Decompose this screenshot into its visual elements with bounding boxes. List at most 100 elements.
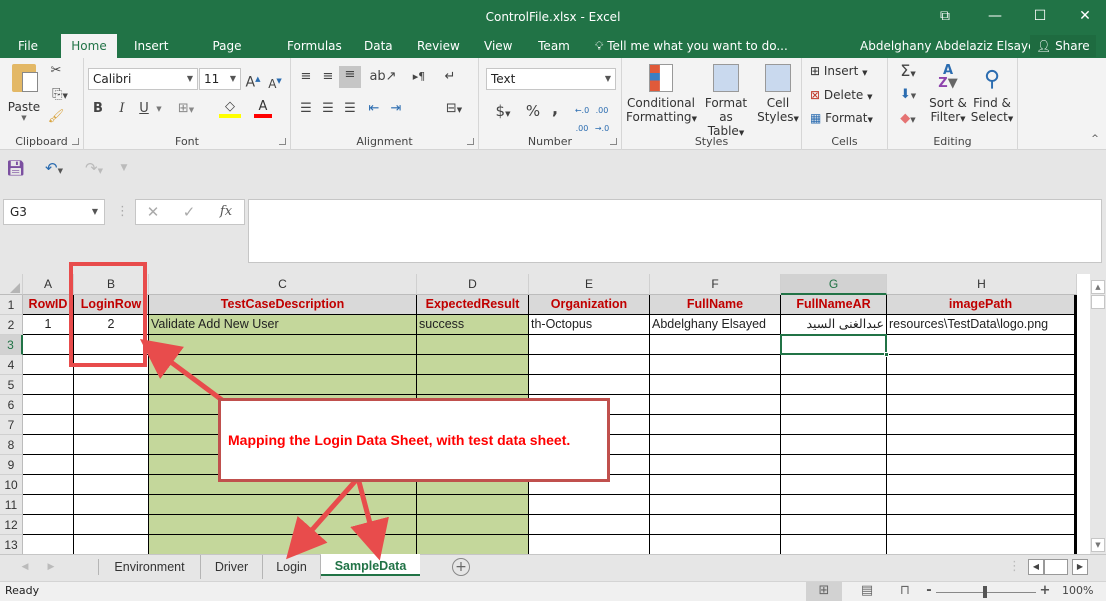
scroll-up-icon[interactable]: ▲ xyxy=(1091,280,1105,294)
new-sheet-icon[interactable]: + xyxy=(452,558,470,576)
font-color-icon[interactable]: A xyxy=(254,98,272,118)
cell-a2[interactable]: 1 xyxy=(23,315,74,335)
tab-home[interactable]: Home xyxy=(61,34,117,58)
row-header-4[interactable]: 4 xyxy=(0,355,23,375)
horizontal-scroll-thumb[interactable] xyxy=(1044,559,1068,575)
cell-h4[interactable] xyxy=(887,355,1077,375)
cell-g12[interactable] xyxy=(781,515,887,535)
dialog-launcher-icon[interactable] xyxy=(610,138,617,145)
middle-align-icon[interactable]: ≡ xyxy=(319,68,337,86)
top-align-icon[interactable]: ≡ xyxy=(297,68,315,86)
cell-d4[interactable] xyxy=(417,355,529,375)
header-cell[interactable]: FullNameAR xyxy=(781,295,887,315)
cell-h3[interactable] xyxy=(887,335,1077,355)
bold-button[interactable]: B xyxy=(90,100,106,118)
cell-a12[interactable] xyxy=(23,515,74,535)
font-size-select[interactable]: 11 ▼ xyxy=(199,68,241,90)
row-header-6[interactable]: 6 xyxy=(0,395,23,415)
column-header-a[interactable]: A xyxy=(23,274,74,295)
tab-team[interactable]: Team xyxy=(534,34,574,58)
header-cell[interactable]: imagePath xyxy=(887,295,1077,315)
cell-f6[interactable] xyxy=(650,395,781,415)
redo-icon[interactable]: ↷▼ xyxy=(80,159,108,180)
cell-b8[interactable] xyxy=(74,435,149,455)
cut-icon[interactable]: ✂ xyxy=(46,62,66,80)
row-header-3[interactable]: 3 xyxy=(0,335,23,355)
cell-f13[interactable] xyxy=(650,535,781,554)
page-break-view-icon[interactable]: ⊓ xyxy=(890,582,920,600)
cell-g13[interactable] xyxy=(781,535,887,554)
format-cells-button[interactable]: ▦ Format▼ xyxy=(810,111,873,125)
copy-icon[interactable]: ⎘▼ xyxy=(46,86,74,105)
cell-styles-button[interactable]: Cell Styles▼ xyxy=(756,62,800,124)
cell-h9[interactable] xyxy=(887,455,1077,475)
cell-h6[interactable] xyxy=(887,395,1077,415)
cell-d13[interactable] xyxy=(417,535,529,554)
cell-e4[interactable] xyxy=(529,355,650,375)
currency-button[interactable]: $▼ xyxy=(489,102,517,123)
cancel-icon[interactable]: ✕ xyxy=(144,203,162,221)
column-header-c[interactable]: C xyxy=(149,274,417,295)
page-layout-view-icon[interactable]: ▤ xyxy=(852,582,882,600)
cell-f9[interactable] xyxy=(650,455,781,475)
percent-button[interactable]: % xyxy=(523,102,543,120)
select-all-corner[interactable] xyxy=(0,274,23,295)
row-header-11[interactable]: 11 xyxy=(0,495,23,515)
cell-g5[interactable] xyxy=(781,375,887,395)
scroll-right-icon[interactable]: ▶ xyxy=(1072,559,1088,575)
save-icon[interactable]: 💾︎ xyxy=(6,159,25,177)
cell-e3[interactable] xyxy=(529,335,650,355)
cell-b10[interactable] xyxy=(74,475,149,495)
paste-button[interactable]: Paste ▼ xyxy=(6,62,42,132)
increase-indent-icon[interactable]: ⇥ xyxy=(387,100,405,118)
scroll-sheets-left-icon[interactable]: ◀ xyxy=(18,558,32,576)
column-header-e[interactable]: E xyxy=(529,274,650,295)
find-select-button[interactable]: ⚲ Find & Select▼ xyxy=(970,64,1014,124)
scroll-thumb[interactable] xyxy=(1091,295,1105,309)
cell-b6[interactable] xyxy=(74,395,149,415)
decrease-indent-icon[interactable]: ⇤ xyxy=(365,100,383,118)
cell-h2[interactable]: resources\TestData\logo.png xyxy=(887,315,1077,335)
header-cell[interactable]: Organization xyxy=(529,295,650,315)
cell-d5[interactable] xyxy=(417,375,529,395)
cell-a5[interactable] xyxy=(23,375,74,395)
cell-g4[interactable] xyxy=(781,355,887,375)
scroll-down-icon[interactable]: ▼ xyxy=(1091,538,1105,552)
row-header-1[interactable]: 1 xyxy=(0,295,23,315)
row-header-8[interactable]: 8 xyxy=(0,435,23,455)
sort-filter-button[interactable]: A Z▼ Sort & Filter▼ xyxy=(926,64,970,124)
tab-review[interactable]: Review xyxy=(413,34,461,58)
decrease-font-size-icon[interactable]: A▼ xyxy=(266,72,284,93)
hscroll-resize-handle[interactable]: ⋮ xyxy=(1008,558,1021,576)
comma-style-button[interactable]: , xyxy=(547,100,563,118)
header-cell[interactable]: FullName xyxy=(650,295,781,315)
cell-e11[interactable] xyxy=(529,495,650,515)
increase-decimal-icon[interactable]: ←.0.00 xyxy=(573,102,591,138)
cell-h8[interactable] xyxy=(887,435,1077,455)
cell-a7[interactable] xyxy=(23,415,74,435)
underline-button[interactable]: U xyxy=(136,100,152,118)
clear-icon[interactable]: ◆▼ xyxy=(894,110,922,129)
number-format-select[interactable]: Text ▼ xyxy=(486,68,616,90)
cell-g10[interactable] xyxy=(781,475,887,495)
row-header-12[interactable]: 12 xyxy=(0,515,23,535)
column-header-f[interactable]: F xyxy=(650,274,781,295)
cell-b11[interactable] xyxy=(74,495,149,515)
cell-a9[interactable] xyxy=(23,455,74,475)
cell-a11[interactable] xyxy=(23,495,74,515)
cell-b7[interactable] xyxy=(74,415,149,435)
cell-f2[interactable]: Abdelghany Elsayed xyxy=(650,315,781,335)
sheet-tab-sampledata[interactable]: SampleData xyxy=(321,554,420,576)
vertical-scrollbar[interactable]: ▲ ▼ xyxy=(1090,274,1106,554)
cell-g7[interactable] xyxy=(781,415,887,435)
chevron-down-icon[interactable]: ▼ xyxy=(154,100,164,118)
customize-qat-icon[interactable]: ▼ xyxy=(118,159,130,177)
header-cell[interactable]: TestCaseDescription xyxy=(149,295,417,315)
increase-font-size-icon[interactable]: A▲ xyxy=(244,70,262,92)
ribbon-display-options-button[interactable]: ⧉ xyxy=(930,4,960,28)
borders-icon[interactable]: ⊞▼ xyxy=(172,100,200,119)
row-header-7[interactable]: 7 xyxy=(0,415,23,435)
fill-handle[interactable] xyxy=(884,352,889,357)
cell-g6[interactable] xyxy=(781,395,887,415)
cell-g8[interactable] xyxy=(781,435,887,455)
